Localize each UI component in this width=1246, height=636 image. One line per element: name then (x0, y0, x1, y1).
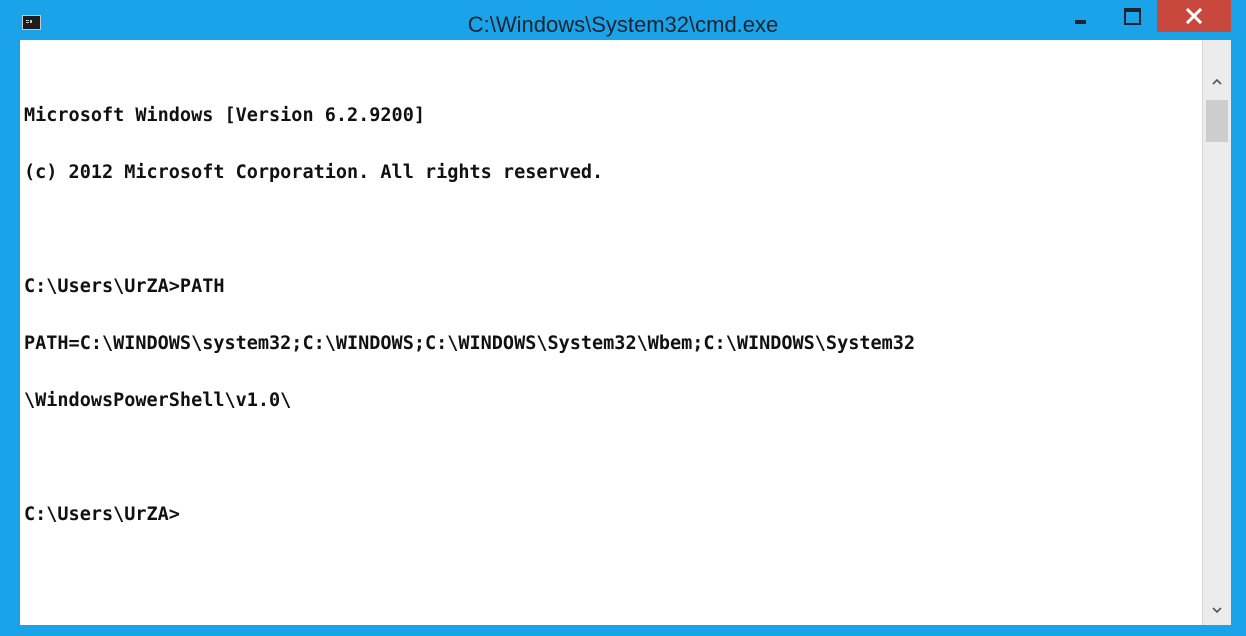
console-area[interactable]: Microsoft Windows [Version 6.2.9200] (c)… (20, 40, 1231, 625)
console-prompt: C:\Users\UrZA> (24, 504, 180, 525)
vertical-scrollbar[interactable] (1202, 40, 1231, 625)
console-line: Microsoft Windows [Version 6.2.9200] (24, 105, 425, 126)
title-bar[interactable]: C:\Windows\System32\cmd.exe (0, 0, 1246, 40)
scroll-down-button[interactable] (1203, 597, 1231, 625)
console-line: (c) 2012 Microsoft Corporation. All righ… (24, 162, 604, 183)
cmd-window: C:\Windows\System32\cmd.exe Microsoft Wi… (0, 0, 1246, 636)
console-line: PATH=C:\WINDOWS\system32;C:\WINDOWS;C:\W… (24, 333, 916, 354)
console-line: \WindowsPowerShell\v1.0\ (24, 390, 292, 411)
close-button[interactable] (1157, 0, 1231, 32)
chevron-up-icon (1212, 78, 1222, 85)
maximize-icon (1124, 8, 1141, 25)
scroll-thumb[interactable] (1206, 100, 1228, 142)
minimize-button[interactable] (1058, 0, 1106, 32)
console-line: C:\Users\UrZA>PATH (24, 276, 225, 297)
chevron-down-icon (1212, 607, 1222, 614)
close-icon (1186, 8, 1202, 24)
console-output[interactable]: Microsoft Windows [Version 6.2.9200] (c)… (20, 40, 1202, 625)
minimize-icon (1075, 20, 1086, 24)
scroll-up-button[interactable] (1203, 68, 1231, 96)
maximize-button[interactable] (1106, 0, 1156, 32)
